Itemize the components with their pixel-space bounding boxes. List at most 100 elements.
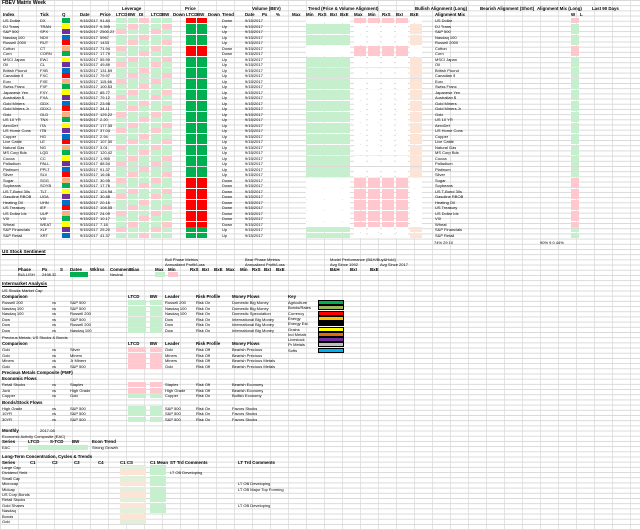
table-cell: Bearish Precious Metals xyxy=(232,363,276,369)
matrix-fill xyxy=(318,232,330,238)
wl-fill xyxy=(571,172,579,177)
matrix-fill xyxy=(330,122,340,128)
table-cell: Risk On xyxy=(196,411,211,416)
matrix-fill xyxy=(151,199,161,205)
table-cell: Down xyxy=(222,221,233,227)
matrix-fill xyxy=(382,56,394,62)
mix-label: Wheat xyxy=(435,221,447,227)
matrix-fill xyxy=(382,161,394,166)
metric-header: BxI xyxy=(264,267,271,272)
matrix-fill xyxy=(340,166,350,172)
matrix-fill xyxy=(318,122,330,128)
matrix-fill xyxy=(139,122,149,128)
matrix-fill xyxy=(116,161,126,166)
metric-header: BxE xyxy=(214,267,223,272)
mix-label: US 10 YR xyxy=(435,117,453,122)
table-cell: 71.94 xyxy=(100,45,111,51)
section-header: Comparison xyxy=(2,294,28,299)
matrix-fill xyxy=(162,166,172,172)
matrix-fill xyxy=(128,106,138,111)
table-cell: Corn xyxy=(3,51,12,56)
matrix-fill xyxy=(62,232,70,238)
matrix-fill xyxy=(368,177,380,183)
matrix-fill xyxy=(62,62,70,67)
matrix-fill xyxy=(330,177,340,183)
matrix-fill xyxy=(128,227,138,232)
matrix-fill xyxy=(330,34,340,40)
matrix-fill xyxy=(368,73,380,78)
table-cell: Copper xyxy=(2,393,16,398)
matrix-fill xyxy=(330,67,340,73)
table-cell: Copper xyxy=(165,393,179,398)
matrix-fill xyxy=(340,194,350,199)
matrix-fill xyxy=(151,205,161,210)
mix-fill xyxy=(410,106,422,112)
matrix-fill xyxy=(151,89,161,95)
matrix-fill xyxy=(186,205,196,210)
table-cell: Risk Off xyxy=(196,387,211,393)
matrix-fill xyxy=(340,155,350,161)
matrix-fill xyxy=(382,155,394,161)
table-cell: 9/15/2017 xyxy=(245,89,263,95)
matrix-fill xyxy=(128,56,138,62)
table-cell: 9/15/2017 xyxy=(245,221,263,227)
matrix-fill xyxy=(186,232,196,238)
mix-label: Swiss Franc xyxy=(435,84,457,89)
mix-fill xyxy=(410,122,422,128)
matrix-fill xyxy=(368,139,380,144)
matrix-fill xyxy=(340,29,350,34)
table-cell: 9/15/2017 xyxy=(80,128,98,133)
matrix-fill xyxy=(368,23,380,29)
matrix-fill xyxy=(128,177,138,183)
table-cell: 9/15/2017 xyxy=(245,144,263,150)
table-cell: UGA xyxy=(40,194,49,199)
table-cell: Swiss Franc xyxy=(3,84,25,89)
matrix-fill xyxy=(197,166,207,172)
matrix-fill xyxy=(354,166,366,172)
matrix-fill xyxy=(162,172,172,177)
matrix-fill xyxy=(186,177,196,183)
matrix-fill xyxy=(186,51,196,56)
table-cell: 30.88 xyxy=(100,194,111,199)
table-row: Live Cattle LE 9/15/2017 107.30 Up 9/15/2017 L… xyxy=(0,139,640,145)
column-header: % xyxy=(276,12,280,17)
matrix-fill xyxy=(151,29,161,34)
table-cell: US Dollar xyxy=(3,18,21,23)
matrix-fill xyxy=(382,144,394,150)
table-cell: Domestic Speculation xyxy=(232,311,271,316)
mix-label: Platinum xyxy=(435,166,451,172)
table-cell: Risk On xyxy=(196,327,211,333)
matrix-fill xyxy=(330,84,340,89)
table-cell: Euro xyxy=(3,78,12,84)
matrix-fill xyxy=(318,161,330,166)
matrix-fill xyxy=(62,183,70,188)
table-cell: 124.98 xyxy=(100,188,113,194)
table-cell: 2.20 xyxy=(100,117,108,122)
table-cell: IEF xyxy=(40,205,47,210)
table-cell: CT xyxy=(40,45,46,51)
matrix-fill xyxy=(151,84,161,89)
matrix-fill xyxy=(382,216,394,221)
table-cell: 9/15/2017 xyxy=(80,166,98,172)
matrix-fill xyxy=(62,122,70,128)
table-cell: LQD xyxy=(40,150,49,155)
matrix-fill xyxy=(186,89,196,95)
wl-fill xyxy=(571,56,579,62)
matrix-fill xyxy=(62,56,70,62)
bw-fill xyxy=(150,393,162,398)
table-cell: Gold xyxy=(2,352,11,358)
table-cell: S&P Retail xyxy=(3,232,23,238)
matrix-fill xyxy=(396,199,408,205)
table-cell: Gold xyxy=(70,393,79,398)
matrix-fill xyxy=(368,40,380,45)
matrix-fill xyxy=(197,210,207,216)
table-cell: Copper xyxy=(3,133,17,139)
matrix-fill xyxy=(197,183,207,188)
matrix-fill xyxy=(162,122,172,128)
cs-fill xyxy=(120,481,146,487)
matrix-fill xyxy=(186,216,196,221)
table-cell: Bearish Precious xyxy=(232,347,263,352)
table-cell: 85.77 xyxy=(100,89,111,95)
group-header: Bullish Alignment (Long) xyxy=(415,6,468,11)
matrix-fill xyxy=(128,188,138,194)
